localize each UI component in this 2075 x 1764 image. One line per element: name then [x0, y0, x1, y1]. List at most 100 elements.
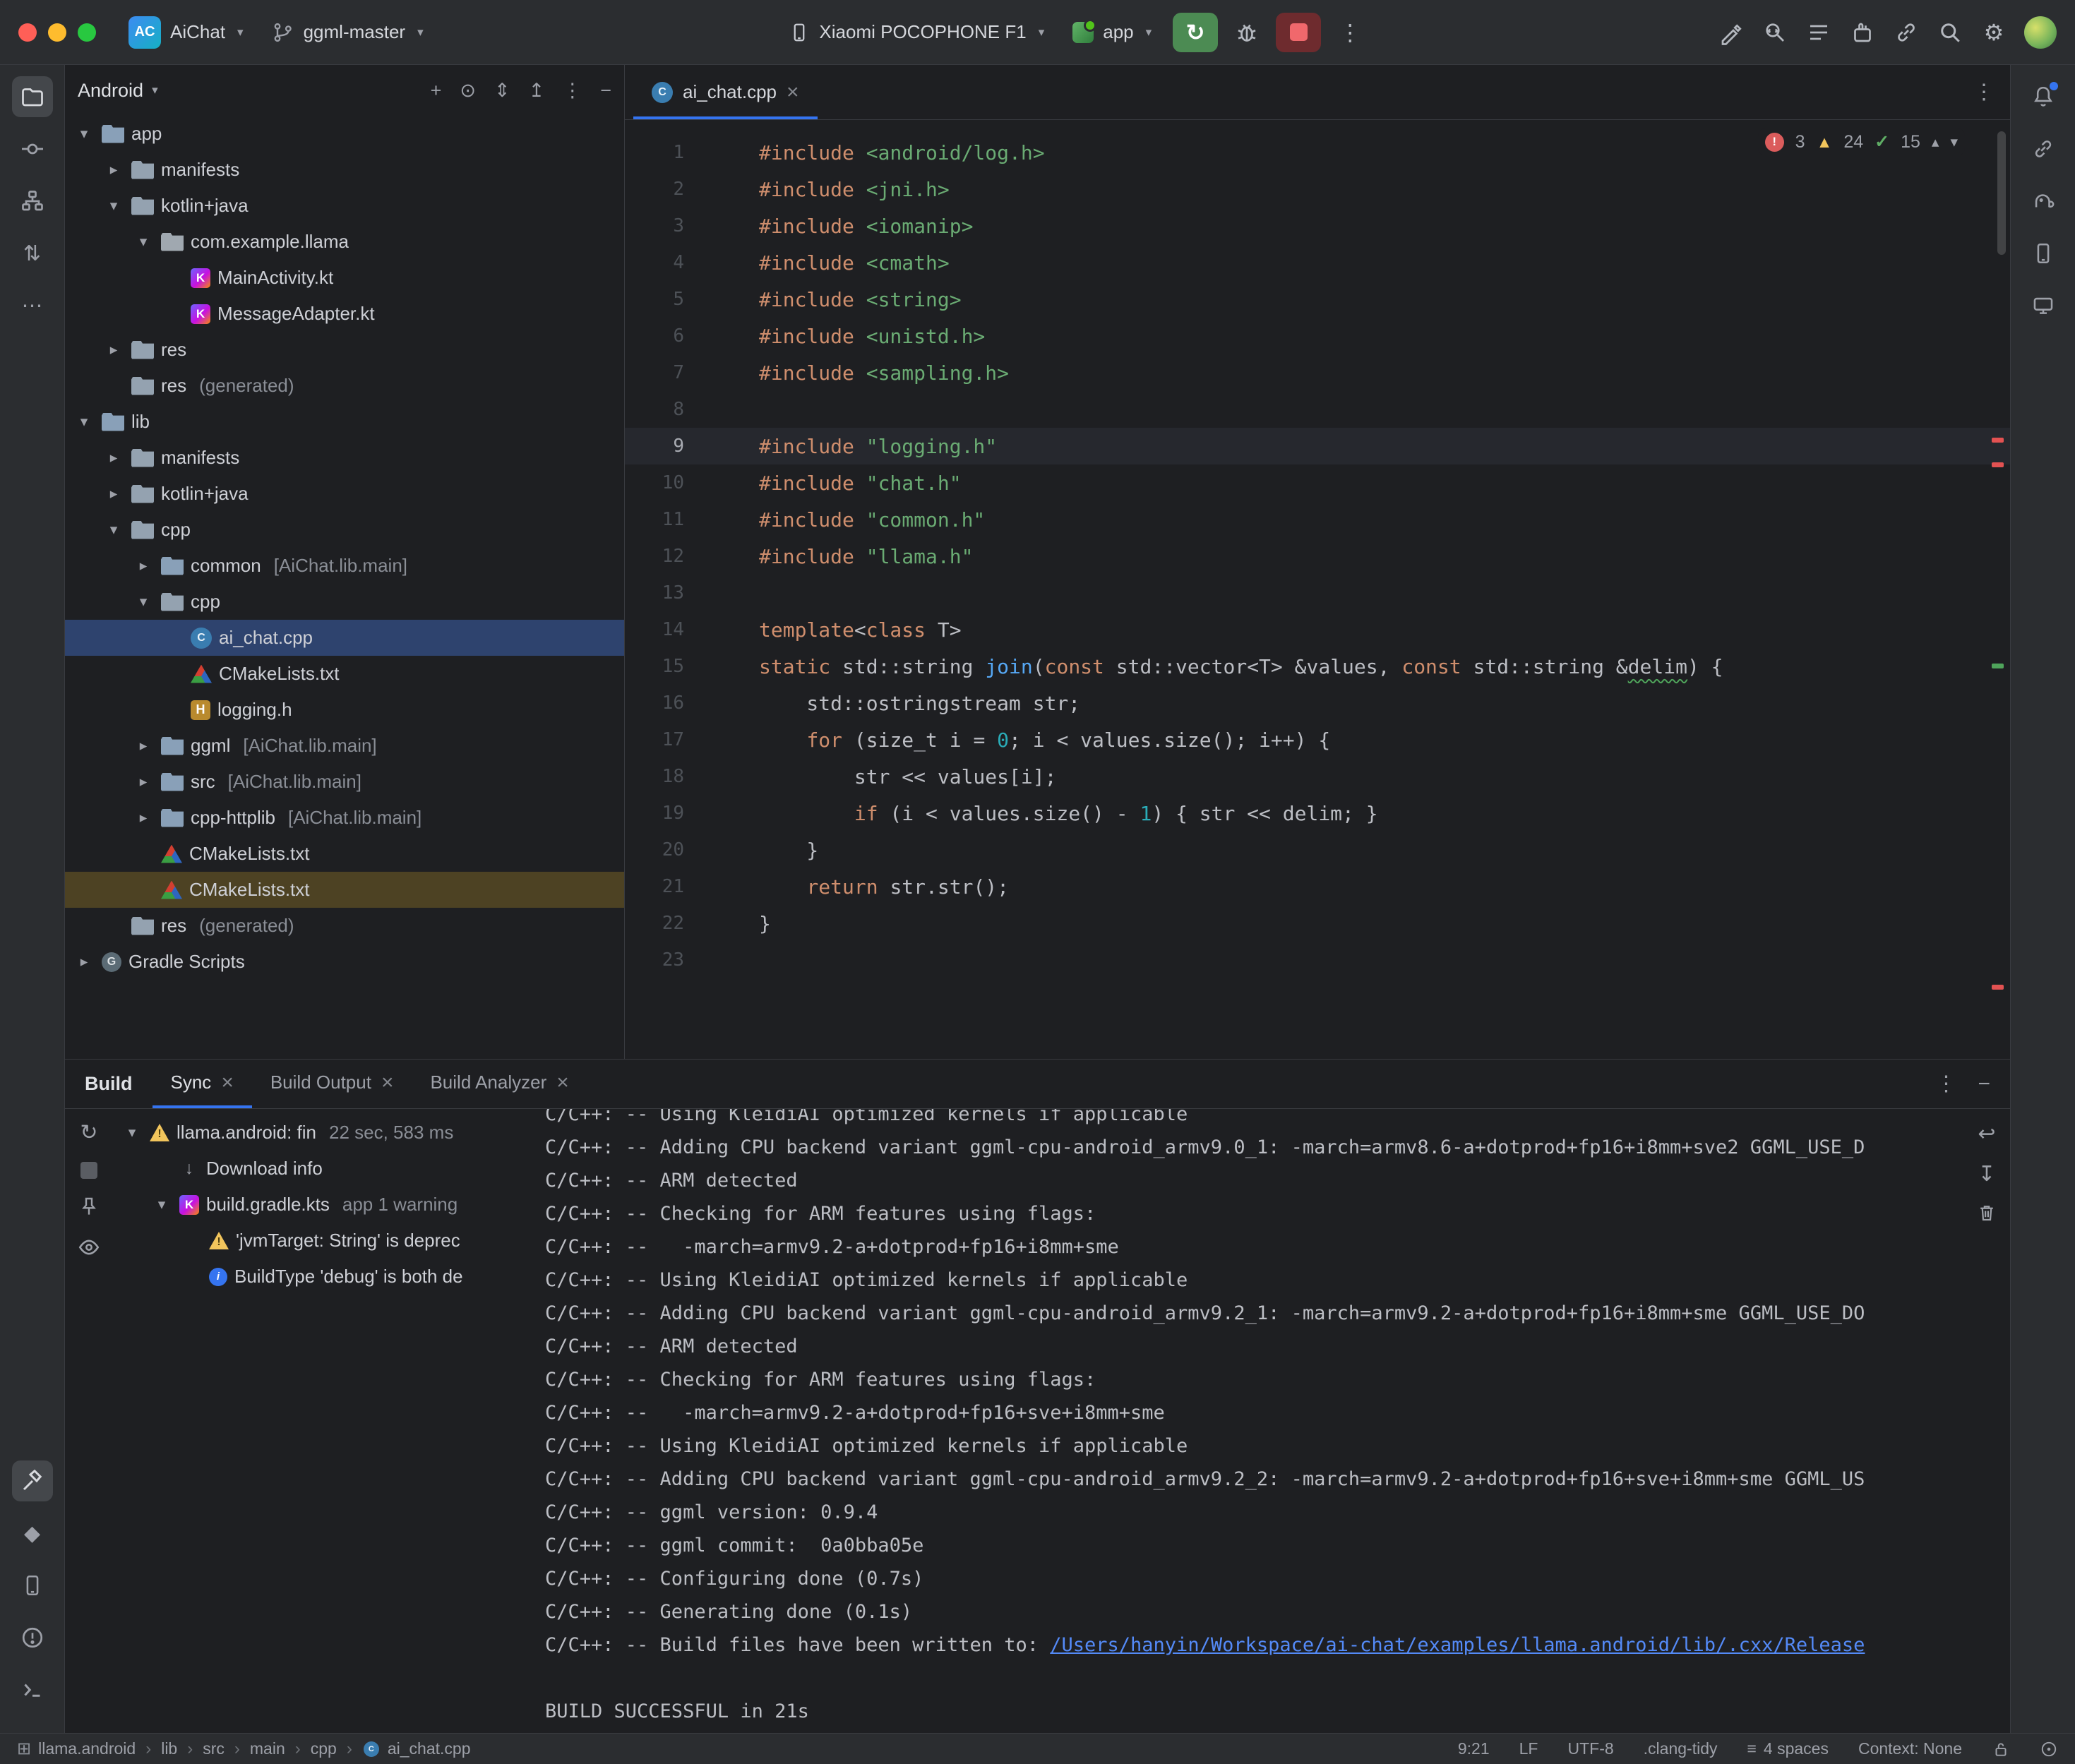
context-indicator[interactable]: Context: None: [1858, 1739, 1962, 1758]
rerun-button[interactable]: ↻: [1173, 13, 1218, 52]
hide-build-panel-icon[interactable]: −: [1978, 1072, 1990, 1096]
project-tree-item[interactable]: ▾app: [65, 116, 624, 152]
error-stripe-mark[interactable]: [1992, 462, 2004, 467]
project-tree-item[interactable]: CMakeLists.txt: [65, 836, 624, 872]
panel-options-icon[interactable]: ⋮: [563, 80, 582, 102]
breadcrumb-item[interactable]: llama.android: [38, 1739, 136, 1758]
tab-options-icon[interactable]: ⋮: [1973, 80, 1995, 104]
build-panel-title[interactable]: Build: [65, 1073, 153, 1095]
build-tree-item[interactable]: ▾!llama.android: fin22 sec, 583 ms: [113, 1115, 528, 1151]
code-line[interactable]: 12#include "llama.h": [625, 538, 2010, 575]
build-tab-build-output[interactable]: Build Output×: [252, 1060, 412, 1108]
project-tree-item[interactable]: ▸src[AiChat.lib.main]: [65, 764, 624, 800]
code-line[interactable]: 2#include <jni.h>: [625, 171, 2010, 208]
code-line[interactable]: 3#include <iomanip>: [625, 208, 2010, 244]
stop-sync-icon[interactable]: [80, 1162, 97, 1179]
project-tree-item[interactable]: ▾com.example.llama: [65, 224, 624, 260]
previous-issue-icon[interactable]: ▴: [1932, 133, 1939, 151]
code-line[interactable]: 17 for (size_t i = 0; i < values.size();…: [625, 721, 2010, 758]
device-selector[interactable]: Xiaomi POCOPHONE F1 ▾: [777, 14, 1056, 50]
project-tree-item[interactable]: ▸kotlin+java: [65, 476, 624, 512]
project-tree-item[interactable]: ▸manifests: [65, 440, 624, 476]
chevron-down-icon[interactable]: ▾: [121, 1124, 143, 1141]
editor-tab-ai-chat-cpp[interactable]: C ai_chat.cpp ×: [633, 65, 818, 119]
project-tree-item[interactable]: res(generated): [65, 368, 624, 404]
filter-eye-icon[interactable]: [77, 1235, 101, 1259]
chevron-down-icon[interactable]: ▾: [103, 197, 124, 215]
clear-console-icon[interactable]: [1976, 1202, 1997, 1223]
code-line[interactable]: 23: [625, 942, 2010, 978]
problems-tool-button[interactable]: [12, 1617, 53, 1658]
caret-position[interactable]: 9:21: [1458, 1739, 1490, 1758]
code-line[interactable]: 10#include "chat.h": [625, 464, 2010, 501]
code-line[interactable]: 6#include <unistd.h>: [625, 318, 2010, 354]
commit-tool-button[interactable]: [12, 128, 53, 169]
collapse-all-icon[interactable]: ↥: [529, 80, 545, 102]
code-editor[interactable]: 1#include <android/log.h>2#include <jni.…: [625, 120, 2010, 1059]
project-selector[interactable]: AC AiChat ▾: [117, 9, 255, 56]
hide-panel-icon[interactable]: −: [600, 80, 611, 102]
structure-tool-button[interactable]: [12, 181, 53, 222]
chevron-right-icon[interactable]: ▸: [103, 485, 124, 503]
code-line[interactable]: 18 str << values[i];: [625, 758, 2010, 795]
chevron-down-icon[interactable]: ▾: [73, 413, 95, 431]
logcat-tool-button[interactable]: [12, 1565, 53, 1606]
project-tree-item[interactable]: KMessageAdapter.kt: [65, 296, 624, 332]
code-line[interactable]: 9#include "logging.h": [625, 428, 2010, 464]
editor-scrollbar-thumb[interactable]: [1997, 131, 2006, 255]
project-tree-item[interactable]: ▸cpp-httplib[AiChat.lib.main]: [65, 800, 624, 836]
dependencies-tool-button[interactable]: ◆: [12, 1513, 53, 1554]
code-line[interactable]: 21 return str.str();: [625, 868, 2010, 905]
search-everywhere-button[interactable]: [1931, 13, 1969, 52]
stop-button[interactable]: [1276, 13, 1321, 52]
project-tree-item[interactable]: Cai_chat.cpp: [65, 620, 624, 656]
project-tree-item[interactable]: ▸common[AiChat.lib.main]: [65, 548, 624, 584]
error-stripe-mark[interactable]: [1992, 985, 2004, 990]
find-in-code-button[interactable]: [1756, 13, 1794, 52]
chevron-down-icon[interactable]: ▾: [151, 1196, 172, 1213]
more-actions-button[interactable]: ⋮: [1331, 13, 1369, 52]
breadcrumb-item[interactable]: cpp: [311, 1739, 337, 1758]
encoding-indicator[interactable]: UTF-8: [1567, 1739, 1613, 1758]
soft-wrap-icon[interactable]: ↩: [1978, 1122, 1995, 1146]
project-tree-item[interactable]: CMakeLists.txt: [65, 656, 624, 692]
running-devices-button[interactable]: [2023, 285, 2064, 326]
chevron-down-icon[interactable]: ▾: [133, 593, 154, 611]
code-line[interactable]: 16 std::ostringstream str;: [625, 685, 2010, 721]
status-indicator-icon[interactable]: [2040, 1740, 2058, 1758]
breadcrumb-item[interactable]: lib: [161, 1739, 177, 1758]
project-tree-item[interactable]: ▸ggml[AiChat.lib.main]: [65, 728, 624, 764]
code-line[interactable]: 22}: [625, 905, 2010, 942]
terminal-tool-button[interactable]: [12, 1669, 53, 1710]
build-tab-sync[interactable]: Sync×: [153, 1060, 252, 1108]
connected-devices-button[interactable]: [2023, 128, 2064, 169]
add-icon[interactable]: +: [431, 80, 442, 102]
project-tree-item[interactable]: ▸res: [65, 332, 624, 368]
device-explorer-button[interactable]: [2023, 233, 2064, 274]
close-icon[interactable]: ×: [556, 1072, 569, 1093]
run-configuration-selector[interactable]: app ▾: [1061, 14, 1163, 50]
chevron-right-icon[interactable]: ▸: [73, 953, 95, 971]
locate-file-icon[interactable]: ⊙: [460, 80, 476, 102]
settings-button[interactable]: ⚙: [1975, 13, 2013, 52]
chevron-right-icon[interactable]: ▸: [103, 449, 124, 467]
inspections-widget[interactable]: ! 3 ▲ 24 ✓ 15 ▴ ▾: [1758, 128, 1965, 155]
project-tree-item[interactable]: CMakeLists.txt: [65, 872, 624, 908]
device-mirroring-button[interactable]: [1887, 13, 1925, 52]
project-tree-item[interactable]: ▾lib: [65, 404, 624, 440]
build-tree-item[interactable]: ↓Download info: [113, 1151, 528, 1187]
close-window-button[interactable]: [18, 23, 37, 42]
breadcrumb-item[interactable]: main: [250, 1739, 285, 1758]
console-file-link[interactable]: /Users/hanyin/Workspace/ai-chat/examples…: [1050, 1634, 1865, 1656]
pull-requests-tool-button[interactable]: ⇅: [12, 233, 53, 274]
build-panel-options-icon[interactable]: ⋮: [1935, 1072, 1956, 1096]
zoom-window-button[interactable]: [78, 23, 96, 42]
build-tab-build-analyzer[interactable]: Build Analyzer×: [412, 1060, 587, 1108]
user-avatar[interactable]: [2024, 16, 2057, 49]
indent-indicator[interactable]: ≡ 4 spaces: [1747, 1739, 1828, 1758]
line-ending-indicator[interactable]: LF: [1519, 1739, 1538, 1758]
project-tree-item[interactable]: Hlogging.h: [65, 692, 624, 728]
branch-selector[interactable]: ggml-master ▾: [261, 14, 435, 51]
breadcrumb-item[interactable]: ai_chat.cpp: [388, 1739, 471, 1758]
breadcrumb-item[interactable]: src: [203, 1739, 225, 1758]
